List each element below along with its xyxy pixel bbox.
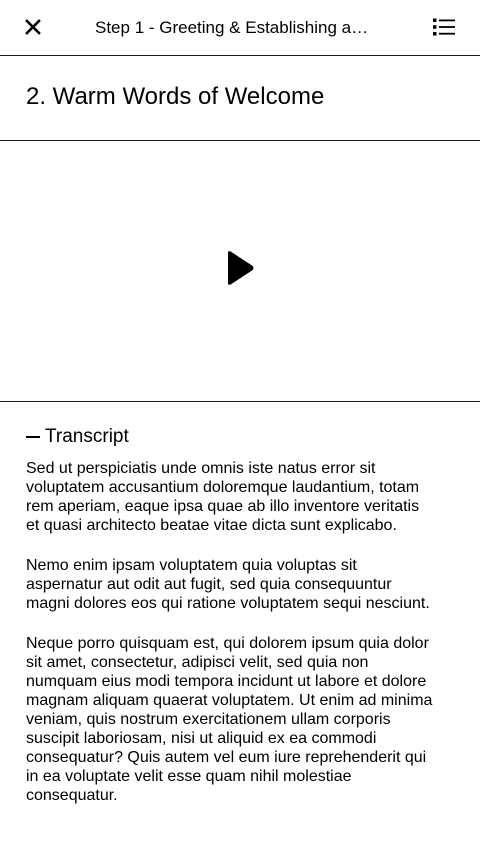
video-player[interactable] [0,141,480,402]
transcript-body: Sed ut perspiciatis unde omnis iste natu… [26,459,436,826]
list-icon [433,18,455,36]
lesson-header: 2. Warm Words of Welcome [0,56,480,141]
transcript-section: Transcript Sed ut perspiciatis unde omni… [0,402,480,854]
minus-icon [26,436,40,438]
play-button[interactable] [218,247,260,289]
transcript-toggle[interactable]: Transcript [26,426,129,448]
transcript-paragraph: Nemo enim ipsam voluptatem quia voluptas… [26,557,430,612]
transcript-paragraph: Sed ut perspiciatis unde omnis iste natu… [26,460,420,534]
lesson-list-button[interactable] [428,12,460,42]
lesson-title: 2. Warm Words of Welcome [26,83,325,110]
top-bar: Step 1 - Greeting & Establishing a… [0,0,480,56]
step-title: Step 1 - Greeting & Establishing a… [95,18,369,37]
close-icon [25,19,41,35]
close-button[interactable] [18,12,48,42]
transcript-label: Transcript [45,426,129,447]
play-icon [228,251,254,285]
transcript-paragraph: Neque porro quisquam est, qui dolorem ip… [26,635,433,804]
